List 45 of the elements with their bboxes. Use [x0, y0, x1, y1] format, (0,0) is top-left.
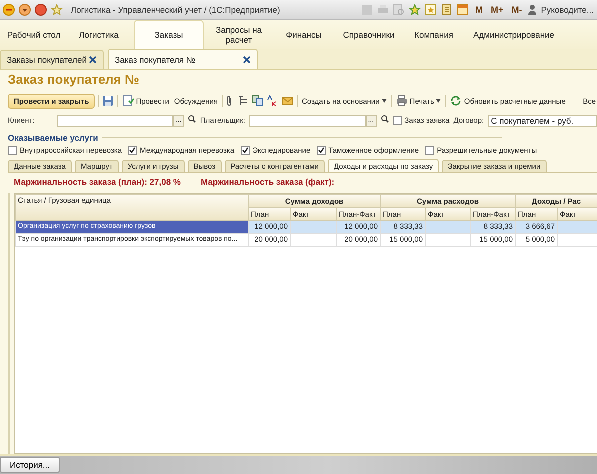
logo-icon [3, 4, 15, 16]
check-icon [318, 147, 325, 154]
check-icon [129, 147, 136, 154]
tab-title: Заказ покупателя № [115, 54, 196, 64]
margin-text: Маржинальность заказа (план): 27,08 % [14, 177, 181, 187]
section-tab[interactable]: Компания [404, 20, 464, 49]
window-title: Логистика - Управленческий учет / (1С:Предприятие) [71, 4, 282, 14]
calendar-icon[interactable] [457, 4, 470, 16]
check-icon [242, 147, 249, 154]
form-title: Заказ покупателя № [8, 72, 140, 89]
section-tab[interactable]: Администрирование [464, 20, 564, 49]
history-button[interactable]: История... [0, 457, 60, 473]
documents-icon[interactable] [252, 95, 264, 107]
star-icon[interactable] [425, 4, 438, 16]
star-icon[interactable] [409, 4, 422, 16]
section-tab[interactable]: Финансы [274, 20, 334, 49]
envelope-icon[interactable] [282, 95, 294, 107]
user-name[interactable]: Руководите... [541, 4, 594, 14]
user-icon [528, 4, 538, 16]
tab-title: Заказы покупателей [7, 55, 87, 65]
memory-button[interactable]: M [473, 4, 485, 14]
contract-field[interactable]: С покупателем - руб. [488, 114, 597, 126]
payer-field[interactable] [249, 114, 366, 126]
caret-icon [382, 99, 387, 103]
list-icon[interactable] [236, 95, 249, 107]
group-title: Оказываемые услуги [8, 132, 98, 142]
open-window-tab[interactable]: Заказ покупателя № [108, 49, 258, 69]
section-tab[interactable]: Справочники [334, 20, 404, 49]
paperclip-icon[interactable] [226, 95, 234, 107]
save-icon[interactable] [102, 95, 114, 107]
open-window-tab[interactable]: Заказы покупателей [0, 50, 104, 69]
memory-button[interactable]: M- [510, 4, 524, 14]
section-tab[interactable]: Заказы [134, 20, 204, 49]
printer-icon [396, 95, 408, 107]
star-icon[interactable] [51, 4, 63, 16]
client-field[interactable] [57, 114, 174, 126]
memory-button[interactable]: M+ [488, 4, 506, 14]
margin-text: Маржинальность заказа (факт): [201, 177, 335, 187]
section-tab[interactable]: Логистика [64, 20, 134, 49]
caret-icon [436, 99, 442, 103]
section-tab[interactable]: Запросы на расчет [204, 20, 274, 49]
document-icon [122, 95, 134, 107]
menu-icon[interactable] [19, 4, 31, 16]
section-tab[interactable]: Рабочий стол [4, 20, 64, 49]
refresh-icon [450, 95, 462, 107]
